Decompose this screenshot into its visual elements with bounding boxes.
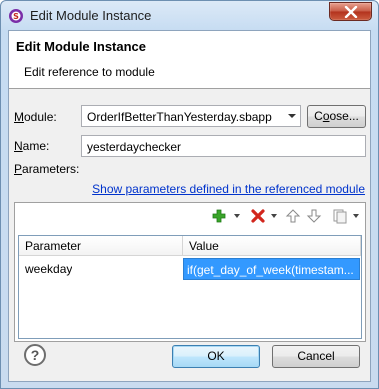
title-bar[interactable]: S Edit Module Instance [1,1,378,30]
header-banner: Edit Module Instance Edit reference to m… [9,31,370,89]
banner-subtitle: Edit reference to module [24,65,155,79]
module-label-accel: M [14,110,24,124]
parameters-toolbar [15,203,365,229]
delete-dropdown-icon[interactable] [271,214,277,218]
window-title: Edit Module Instance [30,8,152,23]
dialog-window: S Edit Module Instance Edit Module Insta… [0,0,379,389]
chevron-down-icon[interactable] [283,106,300,126]
move-up-icon[interactable] [285,208,301,224]
module-combo-value: OrderIfBetterThanYesterday.sbapp [87,110,272,124]
cancel-button[interactable]: Cancel [272,345,360,368]
ok-button[interactable]: OK [172,345,260,368]
close-button[interactable] [329,2,372,21]
add-icon[interactable] [211,208,227,224]
module-label-rest: odule: [24,110,57,124]
choose-button[interactable]: Coose... [307,105,366,128]
column-divider[interactable] [360,236,361,256]
delete-icon[interactable] [250,208,266,224]
move-down-icon[interactable] [306,208,322,224]
parameters-table: Parameter Value weekday if(get_day_of_we… [18,235,362,339]
value-cell-text: if(get_day_of_week(timestam... [187,263,354,277]
column-header-value[interactable]: Value [189,239,219,253]
name-label-accel: N [14,139,23,153]
parameters-label: Parameters: [14,162,79,176]
name-input[interactable]: yesterdaychecker [81,135,366,157]
banner-title: Edit Module Instance [16,39,147,54]
app-icon: S [9,9,23,23]
dialog-body: Edit Module Instance Edit reference to m… [8,30,371,382]
svg-text:S: S [13,12,19,21]
copy-icon[interactable] [332,208,348,224]
parameter-cell[interactable]: weekday [25,262,72,276]
name-label-rest: ame: [22,139,50,153]
module-label: Module: [14,110,57,124]
copy-dropdown-icon[interactable] [353,214,359,218]
name-label: Name: [14,139,49,153]
name-input-value: yesterdaychecker [87,140,182,154]
help-icon[interactable]: ? [24,344,46,366]
value-cell-editor[interactable]: if(get_day_of_week(timestam... [183,258,360,280]
show-parameters-link[interactable]: Show parameters defined in the reference… [92,182,365,196]
parameters-label-rest: arameters: [22,162,80,176]
parameters-label-accel: P [14,162,23,176]
choose-accel: o [322,109,330,123]
column-header-parameter[interactable]: Parameter [25,239,81,253]
close-icon [344,6,358,18]
add-dropdown-icon[interactable] [234,214,240,218]
table-row[interactable]: weekday if(get_day_of_week(timestam... [19,258,361,280]
table-header: Parameter Value [19,236,361,256]
column-divider[interactable] [182,236,183,256]
parameters-panel: Parameter Value weekday if(get_day_of_we… [14,202,366,342]
module-combo[interactable]: OrderIfBetterThanYesterday.sbapp [81,105,301,127]
